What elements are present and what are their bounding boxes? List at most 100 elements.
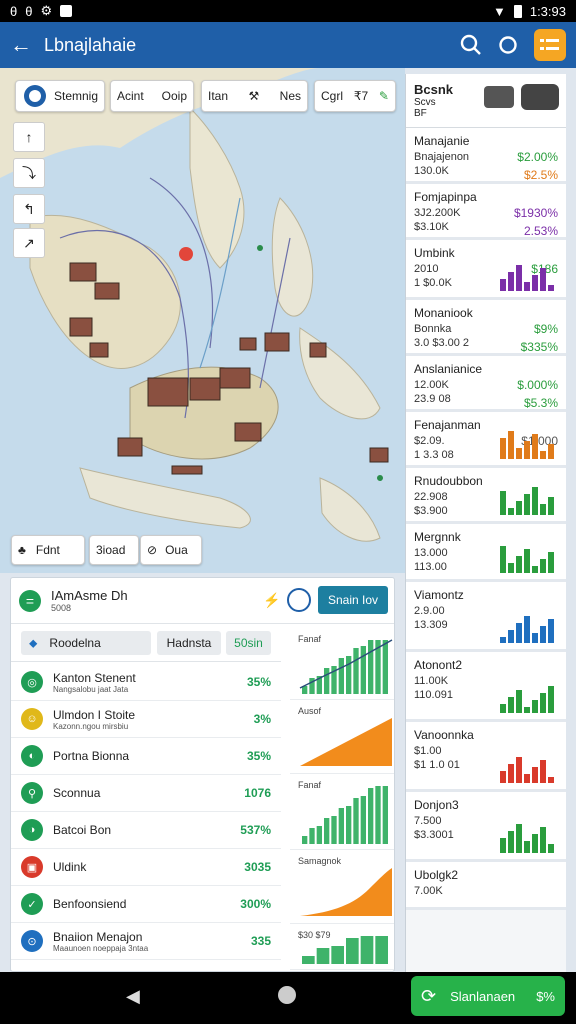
sparkline-bar xyxy=(516,501,522,515)
sparkline-bar xyxy=(540,626,546,643)
side-card[interactable]: Fenajanman $2.09. 1 3.3 08 $1.000 xyxy=(406,412,566,468)
sparkline-bar xyxy=(532,834,538,853)
sparkline-bar xyxy=(500,704,506,713)
table-row[interactable]: ☺ Ulmdon I Stoite Kazonn.ngou mirsbiu 3% xyxy=(11,701,281,738)
map-chip-3ioad[interactable]: 3ioad xyxy=(89,535,139,565)
map-control-turn[interactable]: ↰ xyxy=(13,194,45,224)
back-nav-icon[interactable]: ◀ xyxy=(126,986,140,1007)
side-card[interactable]: Anslanianice 12.00K 23.9 08 $.000% $5.3% xyxy=(406,356,566,412)
sparkline-bar xyxy=(500,637,506,643)
mini-bar xyxy=(346,806,352,844)
row-label: Kanton Stenent xyxy=(53,670,136,685)
table-row[interactable]: ✓ Benfoonsiend 300% xyxy=(11,886,281,923)
sparkline-bar xyxy=(508,272,514,291)
card-value: $2.00% xyxy=(517,150,558,164)
map-chip-acint[interactable]: Acint Ooip xyxy=(110,80,194,112)
mini-bar xyxy=(302,836,308,844)
map-control-up[interactable]: ↑ xyxy=(13,122,45,152)
side-card[interactable]: Monaniook Bonnka 3.0 $3.00 2 $9% $335% xyxy=(406,300,566,356)
card-name: Manajanie xyxy=(414,134,470,148)
chip-label: Oua xyxy=(165,543,188,557)
map-chip-oua[interactable]: ⊘ Oua xyxy=(140,535,202,565)
mini-bar xyxy=(324,668,330,694)
map-chip-itan[interactable]: Itan ⚒ Nes xyxy=(201,80,308,112)
side-card[interactable]: Umbink20101 $0.0K$186 xyxy=(406,240,566,300)
map-chip-stemnig[interactable]: Stemnig xyxy=(15,80,106,112)
filter-row: ⬥ Roodelna Hadnsta 50sin xyxy=(11,626,281,662)
side-card[interactable]: Viamontz 2.9.00 13.309 xyxy=(406,582,566,652)
vehicle-icon xyxy=(521,84,559,110)
mini-bar xyxy=(375,936,388,964)
sparkline-chart xyxy=(500,824,554,853)
mini-bar xyxy=(309,828,315,844)
chip-label: Acint xyxy=(117,89,144,103)
stats-panel: = IAmAsme Dh 5008 ⚡ Snain Iov ⬥ Roodelna… xyxy=(10,577,395,972)
mini-bar xyxy=(360,936,374,964)
mini-bar xyxy=(360,646,366,694)
mini-bar xyxy=(331,946,344,964)
table-row[interactable]: ▣ Uldink 3035 xyxy=(11,849,281,886)
sparkline-bar xyxy=(540,268,546,291)
side-card[interactable]: Manajanie Bnajajenon 130.0K $2.00% $2.5% xyxy=(406,128,566,184)
table-row[interactable]: ◎ Kanton Stenent Nangsalobu jaat Jata 35% xyxy=(11,664,281,701)
table-row[interactable]: ⚲ Sconnua 1076 xyxy=(11,775,281,812)
arrow-up-icon: ↑ xyxy=(25,129,33,145)
activity-icon[interactable]: ⚡ xyxy=(263,592,280,609)
sparkline-bar xyxy=(508,630,514,643)
side-card[interactable]: Rnudoubbon 22.908 $3.900 xyxy=(406,468,566,524)
side-card[interactable]: Fomjapinpa 3J2.200K $3.10K $1930% 2.53% xyxy=(406,184,566,240)
map-chip-fdnt[interactable]: ♣ Fdnt xyxy=(11,535,85,565)
battery-icon xyxy=(513,4,522,18)
panel-icon: = xyxy=(19,589,41,612)
sparkline-bar xyxy=(524,707,530,713)
map-view[interactable]: Stemnig Acint Ooip Itan ⚒ Nes Cgrl ₹7 ✎ … xyxy=(0,68,405,573)
back-arrow-icon[interactable]: ← xyxy=(10,32,32,58)
sparkline-bar xyxy=(508,431,514,459)
side-card[interactable]: Vanoonnka $1.00 $1 1.0 01 xyxy=(406,722,566,792)
sparkline-bar xyxy=(516,757,522,783)
sparkline-bar xyxy=(516,265,522,291)
map-canvas[interactable] xyxy=(0,68,405,573)
sparkline-bar xyxy=(548,777,554,783)
tools-icon: ⚒ xyxy=(248,89,260,103)
sparkline-bar xyxy=(524,549,530,573)
sparkline-bar xyxy=(508,563,514,573)
table-row[interactable]: ◑ Batcoi Bon 537% xyxy=(11,812,281,849)
list-icon xyxy=(540,39,559,50)
chat-icon[interactable] xyxy=(498,35,518,55)
mini-chart: Fanaf xyxy=(290,774,394,850)
chip-label-secondary: ₹7 xyxy=(353,89,369,103)
map-chip-cgrl[interactable]: Cgrl ₹7 ✎ xyxy=(314,80,396,112)
search-icon[interactable] xyxy=(460,34,482,56)
table-row[interactable]: ◐ Portna Bionna 35% xyxy=(11,738,281,775)
map-control-route[interactable]: ⤵ xyxy=(13,158,45,188)
row-percent: 35% xyxy=(246,675,271,689)
filter-chip[interactable]: 50sin xyxy=(226,631,271,655)
vehicle-icon xyxy=(484,86,514,108)
runner-icon[interactable] xyxy=(287,588,311,612)
bottom-action-button[interactable]: ⟳ Slanlanaen $% xyxy=(411,976,565,1016)
card-value-secondary: $2.5% xyxy=(523,168,558,182)
table-row[interactable]: ⊙ Bnaiion Menajon Maaunoen noeppaja 3ntaa 3… xyxy=(11,923,281,960)
panel-action-button[interactable]: Snain Iov xyxy=(318,586,388,614)
mini-bar xyxy=(316,948,330,964)
filter-chip[interactable]: Hadnsta xyxy=(157,631,221,655)
row-label: Portna Bionna xyxy=(53,749,130,763)
mini-chart-svg xyxy=(302,786,388,844)
filter-chip[interactable]: ⬥ Roodelna xyxy=(21,631,151,655)
side-card[interactable]: Mergnnk 13.000 113.00 xyxy=(406,524,566,582)
menu-button[interactable] xyxy=(534,29,566,61)
map-control-expand[interactable]: ↗ xyxy=(13,228,45,258)
row-label: Ulmdon I Stoite xyxy=(53,707,136,722)
chip-label: Fdnt xyxy=(35,543,60,557)
sparkline-bar xyxy=(500,491,506,515)
home-nav-icon[interactable] xyxy=(278,986,296,1004)
side-card[interactable]: Donjon3 7.500 $3.3001 xyxy=(406,792,566,862)
card-name: Viamontz xyxy=(414,588,464,602)
side-card[interactable]: Atonont2 11.00K 110.091 xyxy=(406,652,566,722)
card-name: Vanoonnka xyxy=(414,728,474,742)
side-card[interactable]: Ubolgk2 7.00K xyxy=(406,862,566,910)
row-label: Sconnua xyxy=(53,786,101,800)
card-name: Monaniook xyxy=(414,306,473,320)
sparkline-chart xyxy=(500,757,554,783)
